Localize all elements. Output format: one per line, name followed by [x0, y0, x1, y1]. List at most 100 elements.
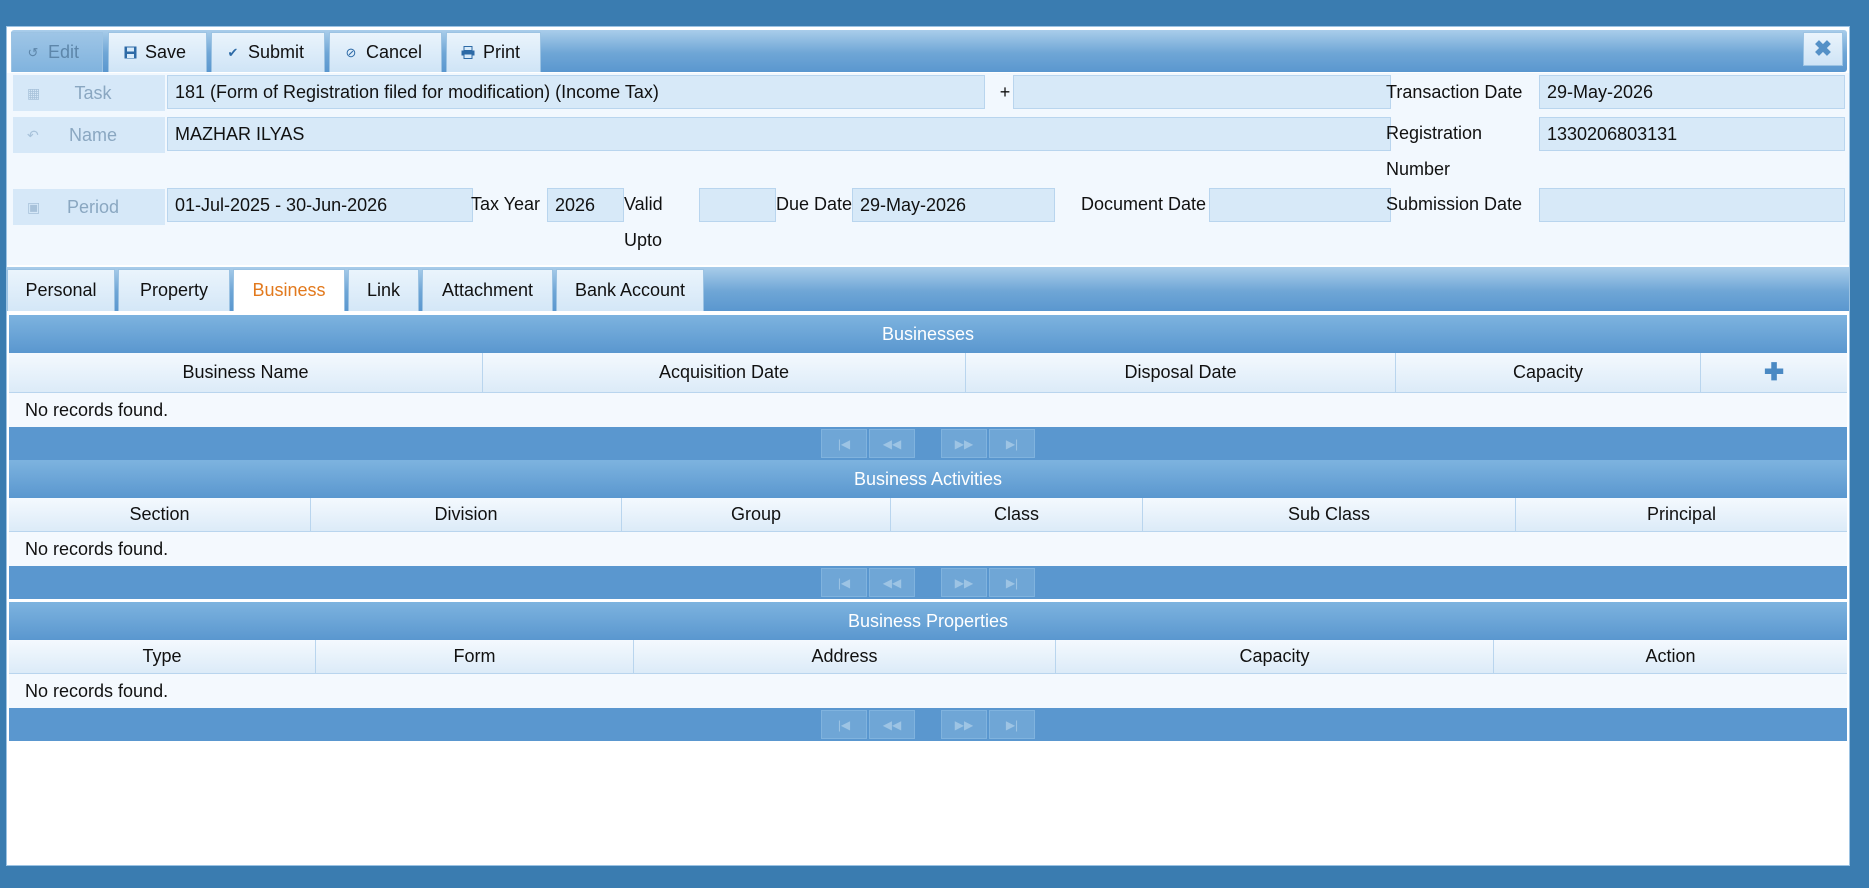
- undo-icon: ↺: [27, 44, 39, 60]
- cancel-button[interactable]: ⊘ Cancel: [329, 32, 442, 72]
- activities-title: Business Activities: [9, 460, 1847, 498]
- registration-number-value: 1330206803131: [1547, 123, 1678, 144]
- col-capacity[interactable]: Capacity: [1396, 353, 1701, 392]
- submit-button[interactable]: ✔ Submit: [211, 32, 325, 72]
- tab-bank-account[interactable]: Bank Account: [556, 269, 704, 311]
- close-icon: ✖: [1813, 36, 1833, 61]
- close-button[interactable]: ✖: [1803, 32, 1843, 66]
- col-acquisition-date[interactable]: Acquisition Date: [483, 353, 966, 392]
- businesses-pager: |◀ ◀◀ ▶▶ ▶|: [9, 427, 1847, 460]
- tab-link[interactable]: Link: [348, 269, 419, 311]
- col-capacity[interactable]: Capacity: [1056, 640, 1494, 673]
- save-button[interactable]: Save: [108, 32, 207, 72]
- last-page-icon[interactable]: ▶|: [989, 568, 1035, 597]
- properties-title: Business Properties: [9, 602, 1847, 640]
- next-page-icon[interactable]: ▶▶: [941, 710, 987, 739]
- col-division[interactable]: Division: [311, 498, 622, 531]
- plus-icon: ✚: [1763, 359, 1785, 386]
- last-page-icon[interactable]: ▶|: [989, 429, 1035, 458]
- tax-year-value: 2026: [555, 194, 596, 215]
- task-extra-field[interactable]: [1013, 75, 1391, 109]
- period-value: 01-Jul-2025 - 30-Jun-2026: [175, 194, 388, 215]
- col-sub-class[interactable]: Sub Class: [1143, 498, 1516, 531]
- last-page-icon[interactable]: ▶|: [989, 710, 1035, 739]
- next-page-icon[interactable]: ▶▶: [941, 429, 987, 458]
- valid-upto-field[interactable]: [699, 188, 776, 222]
- edit-label: Edit: [48, 42, 80, 62]
- col-section[interactable]: Section: [9, 498, 311, 531]
- tab-link-label: Link: [366, 280, 401, 300]
- submission-date-field[interactable]: [1539, 188, 1845, 222]
- businesses-empty-row: No records found.: [9, 393, 1847, 427]
- period-label-box: ▣ Period: [13, 189, 165, 225]
- name-label: Name: [68, 124, 117, 145]
- registration-label-line1: Registration: [1386, 123, 1483, 143]
- checkmark-icon: ✔: [227, 44, 239, 60]
- col-business-name[interactable]: Business Name: [9, 353, 483, 392]
- cancel-icon: ⊘: [345, 44, 357, 60]
- save-icon: [123, 46, 137, 60]
- prev-page-icon[interactable]: ◀◀: [869, 568, 915, 597]
- col-group[interactable]: Group: [622, 498, 891, 531]
- first-page-icon[interactable]: |◀: [821, 710, 867, 739]
- name-value: MAZHAR ILYAS: [175, 123, 305, 144]
- print-label: Print: [483, 42, 521, 62]
- col-action[interactable]: Action: [1494, 640, 1847, 673]
- save-label: Save: [145, 42, 187, 62]
- due-date-field[interactable]: 29-May-2026: [852, 188, 1055, 222]
- document-date-field[interactable]: [1209, 188, 1391, 222]
- first-page-icon[interactable]: |◀: [821, 568, 867, 597]
- registration-number-label: Registration Number: [1386, 115, 1482, 187]
- col-type[interactable]: Type: [9, 640, 316, 673]
- task-label-box: ▦ Task: [13, 75, 165, 111]
- activities-pager: |◀ ◀◀ ▶▶ ▶|: [9, 566, 1847, 599]
- calendar-icon: ▣: [27, 198, 41, 215]
- period-label: Period: [66, 196, 120, 217]
- add-business-button[interactable]: ✚: [1701, 353, 1847, 392]
- registration-label-line2: Number: [1386, 159, 1451, 179]
- properties-empty-row: No records found.: [9, 674, 1847, 708]
- period-field[interactable]: 01-Jul-2025 - 30-Jun-2026: [167, 188, 473, 222]
- transaction-date-field[interactable]: 29-May-2026: [1539, 75, 1845, 109]
- tab-business[interactable]: Business: [233, 269, 345, 311]
- tab-property[interactable]: Property: [118, 269, 230, 311]
- col-principal[interactable]: Principal: [1516, 498, 1847, 531]
- task-field[interactable]: 181 (Form of Registration filed for modi…: [167, 75, 985, 109]
- tab-business-label: Business: [252, 280, 326, 300]
- tax-year-label: Tax Year: [471, 194, 541, 214]
- print-button[interactable]: Print: [446, 32, 541, 72]
- businesses-title: Businesses: [9, 315, 1847, 353]
- due-date-value: 29-May-2026: [860, 194, 967, 215]
- edit-button[interactable]: ↺ Edit: [11, 32, 103, 72]
- cancel-label: Cancel: [366, 42, 423, 62]
- header-form: ▦ Task 181 (Form of Registration filed f…: [7, 73, 1849, 265]
- properties-pager: |◀ ◀◀ ▶▶ ▶|: [9, 708, 1847, 741]
- col-form[interactable]: Form: [316, 640, 634, 673]
- businesses-header: Business Name Acquisition Date Disposal …: [9, 353, 1847, 393]
- document-date-label: Document Date: [1081, 194, 1207, 214]
- prev-page-icon[interactable]: ◀◀: [869, 429, 915, 458]
- task-icon: ▦: [27, 84, 41, 101]
- tab-property-label: Property: [139, 280, 209, 300]
- task-value: 181 (Form of Registration filed for modi…: [175, 81, 659, 102]
- col-class[interactable]: Class: [891, 498, 1143, 531]
- col-address[interactable]: Address: [634, 640, 1056, 673]
- toolbar: ↺ Edit Save ✔ Submit ⊘ Cancel Print ✖: [11, 30, 1847, 72]
- next-page-icon[interactable]: ▶▶: [941, 568, 987, 597]
- tab-personal-label: Personal: [25, 280, 97, 300]
- transaction-date-label: Transaction Date: [1386, 82, 1523, 102]
- activities-empty-row: No records found.: [9, 532, 1847, 566]
- properties-panel: Business Properties Type Form Address Ca…: [9, 602, 1847, 741]
- valid-upto-label: Valid Upto: [624, 186, 663, 258]
- reply-icon: ↶: [27, 126, 39, 143]
- registration-number-field[interactable]: 1330206803131: [1539, 117, 1845, 151]
- tab-personal[interactable]: Personal: [7, 269, 115, 311]
- valid-upto-line2: Upto: [624, 230, 663, 250]
- tab-attachment[interactable]: Attachment: [422, 269, 553, 311]
- col-disposal-date[interactable]: Disposal Date: [966, 353, 1396, 392]
- prev-page-icon[interactable]: ◀◀: [869, 710, 915, 739]
- tax-year-field[interactable]: 2026: [547, 188, 624, 222]
- registration-window: ↺ Edit Save ✔ Submit ⊘ Cancel Print ✖ ▦ …: [6, 26, 1850, 866]
- name-field[interactable]: MAZHAR ILYAS: [167, 117, 1391, 151]
- first-page-icon[interactable]: |◀: [821, 429, 867, 458]
